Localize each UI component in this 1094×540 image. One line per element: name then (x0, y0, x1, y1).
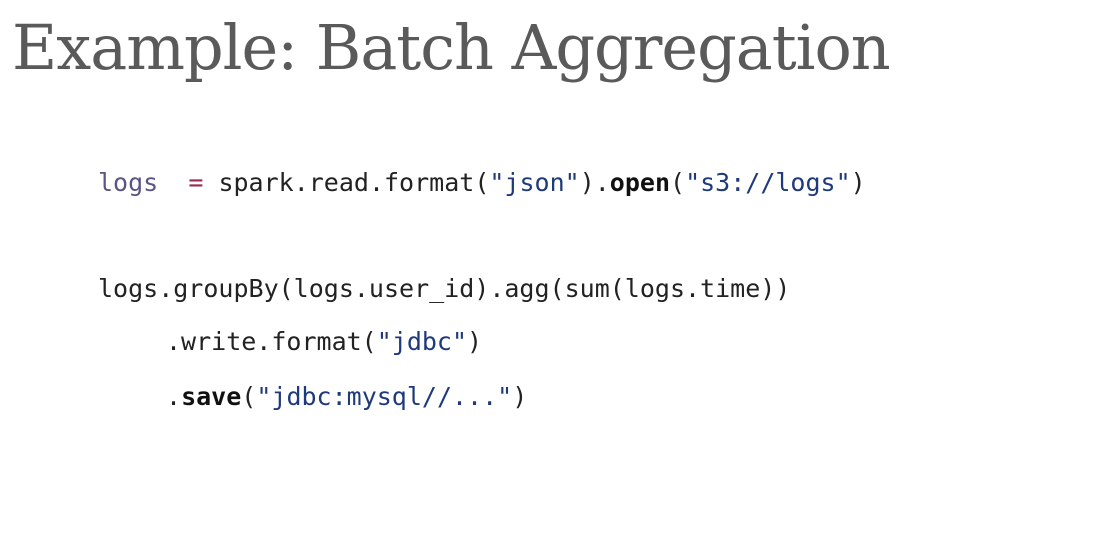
code-variable: logs (98, 168, 159, 197)
code-keyword: save (181, 382, 242, 411)
code-line-2: logs.groupBy(logs.user_id).agg(sum(logs.… (98, 269, 790, 309)
code-string: "s3://logs" (685, 168, 851, 197)
code-text: logs.groupBy(logs.user_id).agg(sum(logs.… (98, 274, 791, 303)
code-string: "jdbc:mysql//..." (256, 382, 513, 411)
code-line-3: .write.format("jdbc") (166, 322, 482, 362)
code-line-4: .save("jdbc:mysql//...") (166, 377, 527, 417)
code-text: .write.format( (166, 327, 377, 356)
code-text: spark.read.format( (203, 168, 490, 197)
code-text: ). (579, 168, 610, 197)
code-string: "json" (489, 168, 580, 197)
code-text: ) (850, 168, 866, 197)
code-text: ( (670, 168, 686, 197)
code-padding (158, 168, 188, 197)
code-text: ( (241, 382, 257, 411)
code-text: . (166, 382, 182, 411)
code-block: logs = spark.read.format("json").open("s… (98, 160, 866, 421)
code-text: ) (512, 382, 528, 411)
code-line-1: logs = spark.read.format("json").open("s… (98, 163, 866, 203)
slide: Example: Batch Aggregation logs = spark.… (0, 0, 1094, 540)
code-operator: = (188, 168, 204, 197)
code-text: ) (467, 327, 483, 356)
slide-title: Example: Batch Aggregation (12, 11, 891, 84)
code-keyword: open (609, 168, 671, 197)
code-string: "jdbc" (376, 327, 468, 356)
